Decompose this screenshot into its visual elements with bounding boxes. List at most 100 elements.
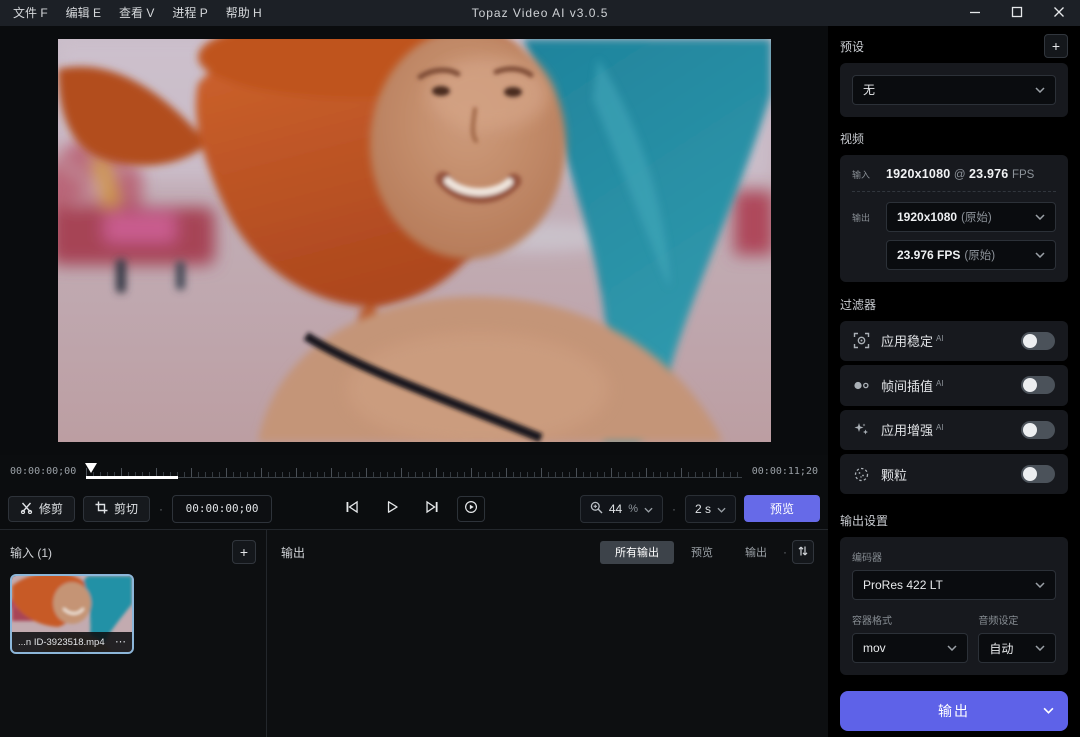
preview-area <box>0 26 828 455</box>
minimize-button[interactable] <box>954 0 996 26</box>
filter-label: 应用增强 <box>881 423 933 438</box>
fps-unit: FPS <box>1012 169 1034 181</box>
chevron-down-icon <box>1035 214 1045 220</box>
output-framerate-suffix: (原始) <box>964 247 995 263</box>
magnifier-icon <box>590 501 603 517</box>
chevron-down-icon <box>947 645 957 651</box>
input-framerate: 23.976 <box>969 167 1008 181</box>
separator-dot: · <box>158 502 164 516</box>
presets-card: 无 <box>840 63 1068 117</box>
separator-dot: · <box>782 545 788 559</box>
output-settings-title: 输出设置 <box>840 512 888 529</box>
container-value: mov <box>863 641 886 655</box>
sort-button[interactable] <box>792 540 814 564</box>
trim-label: 修剪 <box>39 500 63 517</box>
preset-selected-value: 无 <box>863 81 875 98</box>
output-panel-title: 输出 <box>281 544 305 561</box>
toggle-knob <box>1023 334 1037 348</box>
crop-label: 剪切 <box>114 500 138 517</box>
timeline-start-timecode: 00:00:00;00 <box>10 466 76 477</box>
output-resolution-suffix: (原始) <box>961 209 992 225</box>
maximize-button[interactable] <box>996 0 1038 26</box>
filter-label: 应用稳定 <box>881 334 933 349</box>
trim-button[interactable]: 修剪 <box>8 496 75 522</box>
tab-all-outputs[interactable]: 所有输出 <box>600 541 674 564</box>
input-panel-title: 输入 (1) <box>10 544 52 561</box>
filter-label: 颗粒 <box>881 468 907 483</box>
close-button[interactable] <box>1038 0 1080 26</box>
zoom-control[interactable]: 44 % <box>580 495 663 523</box>
clip-more-button[interactable]: ⋯ <box>115 637 126 648</box>
interpolation-icon <box>853 377 871 394</box>
next-frame-button[interactable] <box>417 495 447 523</box>
transport-bar: 修剪 剪切 · <box>0 488 828 529</box>
output-resolution-value: 1920x1080 <box>897 210 957 224</box>
menu-view[interactable]: 查看 V <box>110 0 163 26</box>
audio-value: 自动 <box>989 640 1013 657</box>
previous-frame-button[interactable] <box>337 495 367 523</box>
output-framerate-value: 23.976 FPS <box>897 248 960 262</box>
output-settings-card: 编码器 ProRes 422 LT 容器格式 mov 音频设定 <box>840 537 1068 675</box>
interpolation-toggle[interactable] <box>1021 376 1055 394</box>
clip-footer: ...n ID-3923518.mp4 ⋯ <box>12 632 132 652</box>
output-badge: 输出 <box>852 211 876 224</box>
previous-frame-icon <box>345 500 359 517</box>
close-icon <box>1053 6 1065 21</box>
minimize-icon <box>969 6 981 21</box>
input-clip-card[interactable]: ...n ID-3923518.mp4 ⋯ <box>10 574 134 654</box>
grain-toggle[interactable] <box>1021 465 1055 483</box>
filter-frame-interpolation: 帧间插值AI <box>840 365 1068 405</box>
timeline-playhead[interactable] <box>85 463 97 473</box>
crop-button[interactable]: 剪切 <box>83 496 150 522</box>
timeline-ticks <box>86 468 742 478</box>
sparkles-icon <box>853 421 871 438</box>
preview-duration-select[interactable]: 2 s <box>685 495 736 523</box>
window-controls <box>954 0 1080 26</box>
current-time-input[interactable] <box>172 495 272 523</box>
container-label: 容器格式 <box>852 612 968 627</box>
crop-icon <box>95 501 108 517</box>
add-input-button[interactable]: + <box>232 540 256 564</box>
chevron-down-icon <box>1043 707 1054 714</box>
chevron-down-icon <box>1035 252 1045 258</box>
stabilize-icon <box>853 332 871 349</box>
clip-filename: ...n ID-3923518.mp4 <box>18 637 111 648</box>
chevron-down-icon <box>1035 582 1045 588</box>
add-preset-button[interactable]: + <box>1044 34 1068 58</box>
enhancement-toggle[interactable] <box>1021 421 1055 439</box>
presets-title: 预设 <box>840 38 864 55</box>
filter-label: 帧间插值 <box>881 379 933 394</box>
chevron-down-icon <box>1035 645 1045 651</box>
audio-label: 音频设定 <box>978 612 1056 627</box>
tab-previews[interactable]: 预览 <box>676 541 728 564</box>
menu-process[interactable]: 进程 P <box>163 0 216 26</box>
ai-badge: AI <box>936 379 944 388</box>
sort-arrows-icon <box>798 545 808 560</box>
export-button[interactable]: 输出 <box>840 691 1068 731</box>
menu-edit[interactable]: 编辑 E <box>57 0 110 26</box>
encoder-select[interactable]: ProRes 422 LT <box>852 570 1056 600</box>
stabilization-toggle[interactable] <box>1021 332 1055 350</box>
preset-select[interactable]: 无 <box>852 75 1056 105</box>
tab-exports[interactable]: 输出 <box>730 541 782 564</box>
output-resolution-select[interactable]: 1920x1080 (原始) <box>886 202 1056 232</box>
input-panel: 输入 (1) + <box>0 530 267 737</box>
output-framerate-select[interactable]: 23.976 FPS (原始) <box>886 240 1056 270</box>
container-select[interactable]: mov <box>852 633 968 663</box>
input-badge: 输入 <box>852 168 876 181</box>
audio-select[interactable]: 自动 <box>978 633 1056 663</box>
play-button[interactable] <box>377 495 407 523</box>
input-spec: 1920x1080 @ 23.976 FPS <box>886 167 1034 181</box>
menu-help[interactable]: 帮助 H <box>217 0 271 26</box>
video-card: 输入 1920x1080 @ 23.976 FPS 输出 1920x1080 (… <box>840 155 1068 282</box>
plus-icon: + <box>240 545 248 559</box>
menu-file[interactable]: 文件 F <box>4 0 57 26</box>
loop-playback-button[interactable] <box>457 496 485 522</box>
timeline-ruler[interactable] <box>86 464 742 480</box>
plus-icon: + <box>1052 39 1060 53</box>
video-section-title: 视频 <box>840 130 864 147</box>
preview-duration-value: 2 s <box>695 502 711 516</box>
preview-button[interactable]: 预览 <box>744 495 820 522</box>
loop-play-icon <box>464 500 478 517</box>
play-icon <box>385 500 399 517</box>
